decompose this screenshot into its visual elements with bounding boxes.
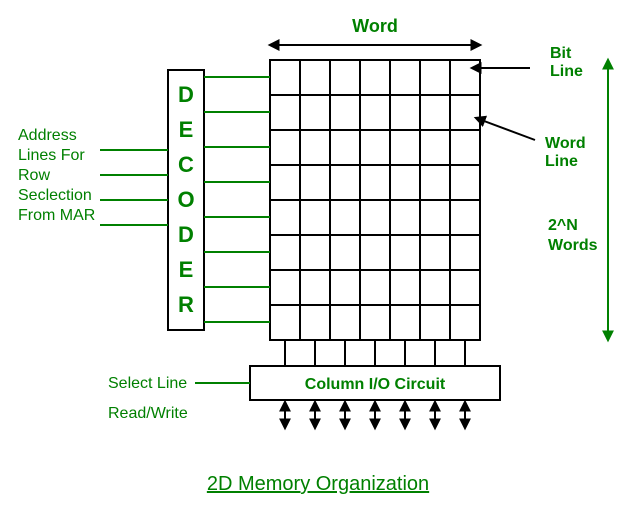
- address-lines: [100, 150, 168, 225]
- svg-text:Bit: Bit: [550, 45, 572, 62]
- column-io-label: Column I/O Circuit: [305, 376, 446, 393]
- word-lines: [204, 77, 270, 322]
- svg-text:D: D: [178, 82, 194, 107]
- svg-text:Line: Line: [550, 63, 583, 80]
- svg-text:Word: Word: [545, 135, 586, 152]
- svg-text:Seclection: Seclection: [18, 187, 92, 204]
- svg-text:O: O: [177, 187, 194, 212]
- word-label: Word: [352, 16, 398, 36]
- select-line-label: Select Line: [108, 375, 187, 392]
- bit-lines: [285, 340, 465, 366]
- address-lines-label: Address Lines For Row Seclection From MA…: [18, 127, 95, 224]
- svg-text:Lines For: Lines For: [18, 147, 85, 164]
- data-io-arrows: [285, 402, 465, 428]
- svg-text:Row: Row: [18, 167, 50, 184]
- svg-text:R: R: [178, 292, 194, 317]
- svg-text:Address: Address: [18, 127, 77, 144]
- memory-organization-diagram: D E C O D E R: [0, 0, 636, 512]
- decoder-label: D E C O D E R: [177, 82, 194, 317]
- svg-text:E: E: [179, 257, 194, 282]
- memory-array: [270, 60, 480, 340]
- svg-text:C: C: [178, 152, 194, 177]
- svg-text:From MAR: From MAR: [18, 207, 95, 224]
- two-n-words-label-1: 2^N: [548, 217, 578, 234]
- svg-text:Line: Line: [545, 153, 578, 170]
- read-write-label: Read/Write: [108, 405, 188, 422]
- diagram-title: 2D Memory Organization: [207, 473, 429, 495]
- svg-text:D: D: [178, 222, 194, 247]
- word-line-annotation: Word Line: [476, 118, 586, 170]
- two-n-words-label-2: Words: [548, 237, 598, 254]
- bit-line-annotation: Bit Line: [472, 45, 583, 80]
- svg-text:E: E: [179, 117, 194, 142]
